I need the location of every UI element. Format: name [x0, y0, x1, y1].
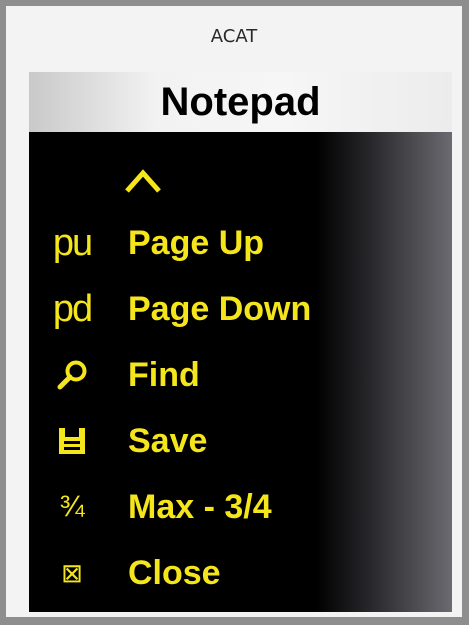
magnifier-icon [29, 342, 115, 408]
page-up-button[interactable]: pu Page Up [29, 210, 429, 276]
floppy-disk-icon [29, 408, 115, 474]
chevron-up-icon [125, 169, 161, 193]
acat-window: ACAT Notepad pu Page Up pd Page Down Fin… [0, 0, 469, 625]
max-three-quarters-label: Max - 3/4 [128, 487, 272, 526]
close-button[interactable]: ⊠ Close [29, 540, 429, 606]
page-up-icon: pu [52, 222, 93, 264]
save-label: Save [128, 421, 208, 460]
page-down-label: Page Down [128, 289, 312, 328]
find-label: Find [128, 355, 200, 394]
close-label: Close [128, 553, 221, 592]
page-up-label: Page Up [128, 223, 265, 262]
page-down-icon: pd [52, 288, 93, 330]
page-down-button[interactable]: pd Page Down [29, 276, 429, 342]
save-button[interactable]: Save [29, 408, 429, 474]
max-three-quarters-button[interactable]: ¾ Max - 3/4 [29, 474, 429, 540]
panel-header: Notepad [29, 72, 452, 132]
three-quarters-icon: ¾ [59, 490, 85, 523]
scroll-up-button[interactable] [123, 165, 163, 195]
window-title: ACAT [6, 6, 462, 66]
close-box-icon: ⊠ [61, 557, 83, 588]
find-button[interactable]: Find [29, 342, 429, 408]
scanner-menu: pu Page Up pd Page Down Find Save ¾ Max … [29, 132, 452, 612]
